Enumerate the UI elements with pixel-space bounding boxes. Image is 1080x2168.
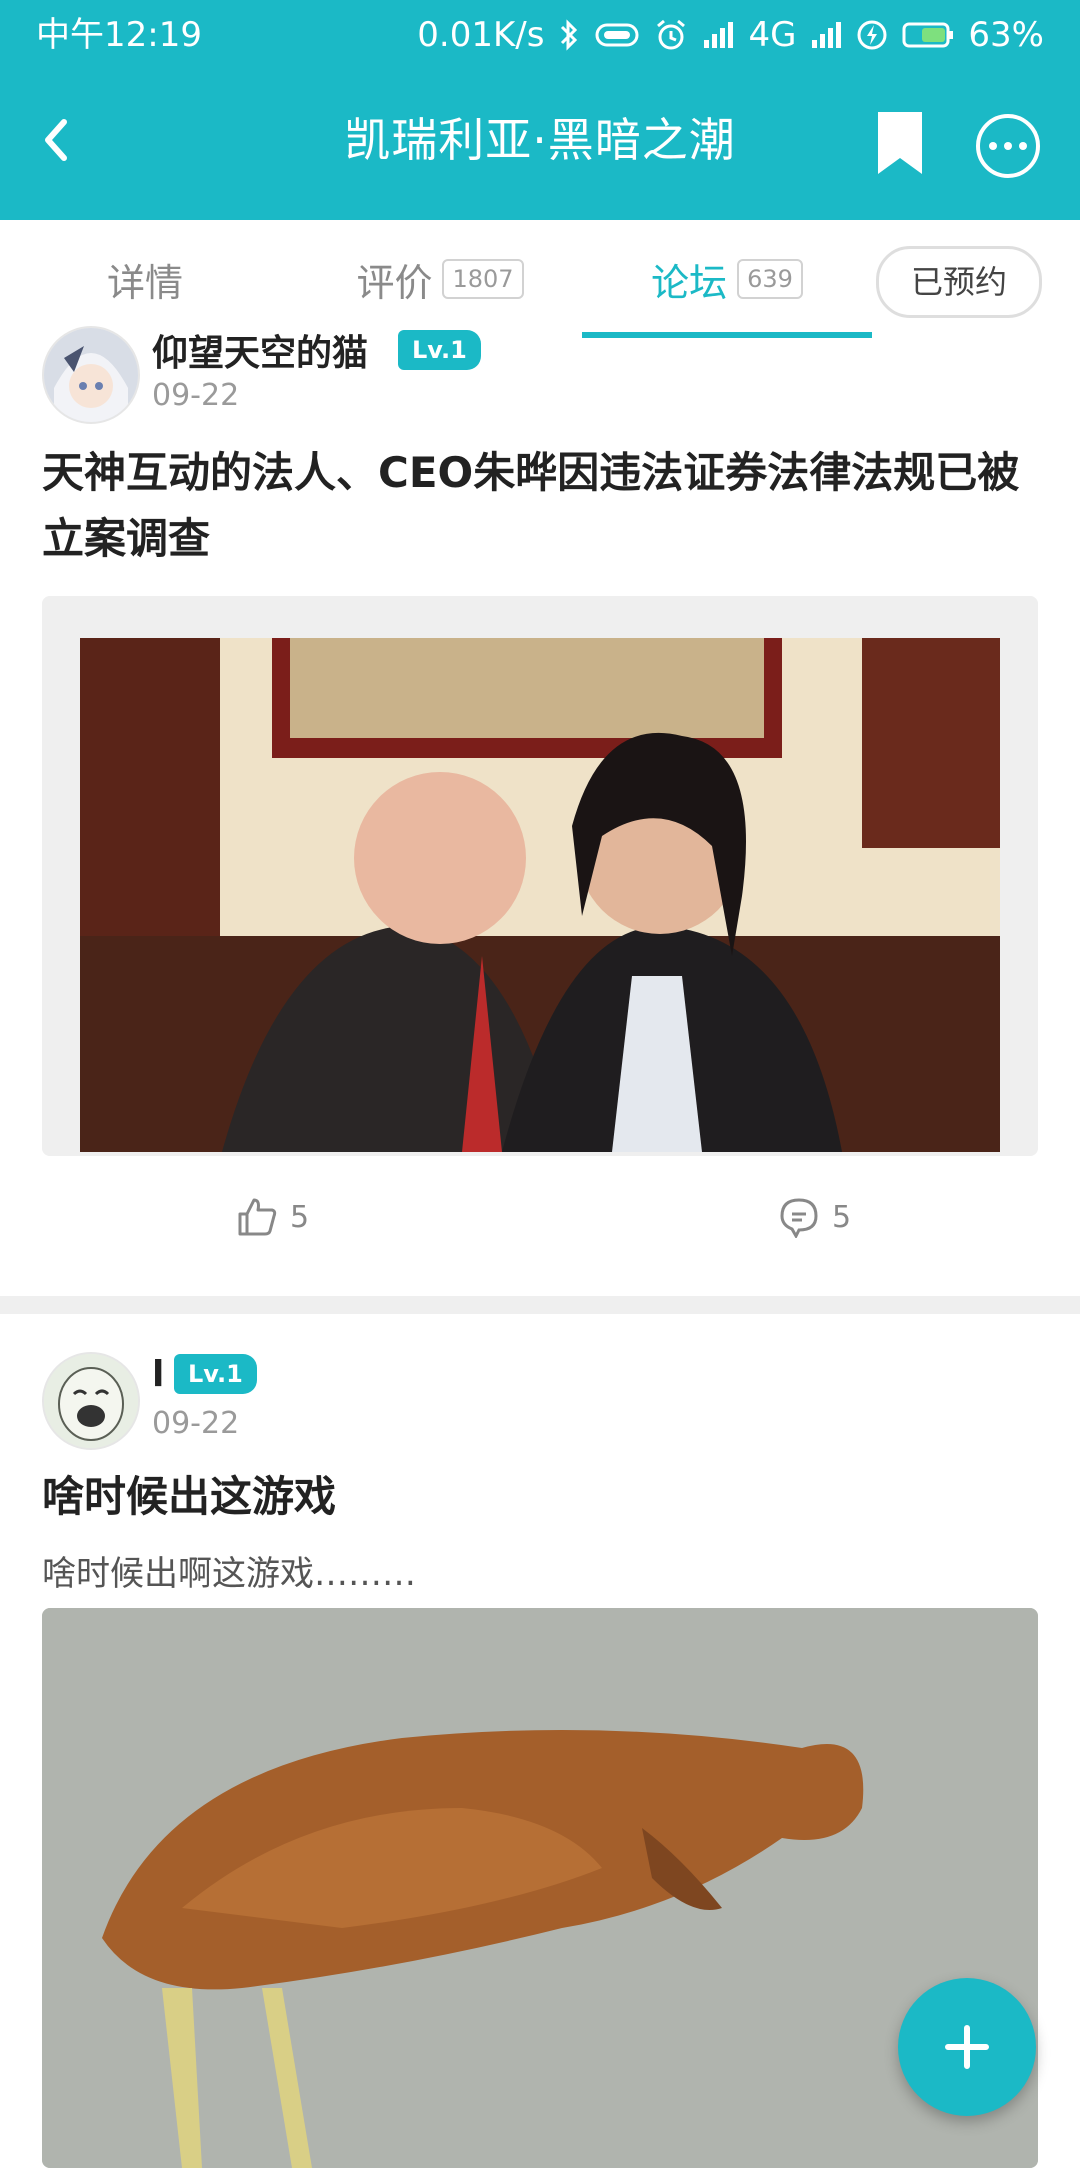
comment-icon (780, 1198, 818, 1238)
level-badge: Lv.1 (398, 330, 481, 370)
new-post-button[interactable] (898, 1978, 1036, 2116)
signal-icon-2 (810, 0, 842, 70)
thumbs-up-icon (238, 1198, 277, 1236)
tab-reviews[interactable]: 评价 1807 (310, 220, 570, 338)
tab-label: 详情 (106, 260, 183, 305)
battery-percent: 63% (968, 15, 1044, 55)
post-image[interactable] (42, 1608, 1038, 2168)
like-button[interactable]: 5 (236, 1196, 309, 1238)
charging-icon (856, 0, 888, 70)
comment-button[interactable]: 5 (778, 1196, 851, 1238)
network-speed: 0.01K/s (417, 15, 545, 55)
plus-icon (945, 2025, 989, 2069)
reserved-button[interactable]: 已预约 (876, 246, 1042, 318)
status-time: 中午12:19 (36, 15, 202, 55)
bluetooth-icon (558, 0, 580, 70)
post-date: 09-22 (152, 1406, 240, 1441)
status-bar: 中午12:19 0.01K/s 4G 63% (0, 0, 1080, 70)
post-date: 09-22 (152, 378, 240, 413)
bookmark-button[interactable] (868, 106, 932, 180)
tab-count: 639 (737, 259, 803, 299)
app-header: 中午12:19 0.01K/s 4G 63% 凯瑞利亚·黑暗之潮 (0, 0, 1080, 220)
bookmark-icon (878, 112, 922, 174)
network-type: 4G (748, 15, 797, 55)
more-button[interactable] (976, 114, 1040, 178)
tab-forum[interactable]: 论坛 639 (592, 220, 862, 338)
tab-count: 1807 (442, 259, 524, 299)
vibrate-icon (594, 0, 640, 70)
battery-icon (902, 0, 954, 70)
avatar[interactable] (42, 326, 140, 424)
level-badge: Lv.1 (174, 1354, 257, 1394)
signal-icon (702, 0, 734, 70)
toolbar: 凯瑞利亚·黑暗之潮 (0, 70, 1080, 220)
forum-post[interactable]: 仰望天空的猫 Lv.1 09-22 天神互动的法人、CEO朱晔因违法证券法律法规… (0, 326, 1080, 1296)
author-name[interactable]: l (152, 1354, 164, 1395)
tab-label: 评价 (356, 260, 433, 305)
alarm-icon (654, 0, 688, 70)
post-divider (0, 1296, 1080, 1314)
more-icon (989, 142, 1027, 150)
status-icons: 0.01K/s 4G 63% (417, 0, 1044, 70)
post-title[interactable]: 天神互动的法人、CEO朱晔因违法证券法律法规已被立案调查 (42, 440, 1042, 572)
comment-count: 5 (832, 1199, 852, 1235)
like-count: 5 (290, 1199, 310, 1235)
author-name[interactable]: 仰望天空的猫 (152, 324, 368, 376)
post-excerpt[interactable]: 啥时候出啊这游戏……… (42, 1546, 416, 1595)
post-title[interactable]: 啥时候出这游戏 (42, 1464, 1042, 1530)
tab-label: 论坛 (651, 260, 728, 305)
post-image[interactable] (42, 596, 1038, 1156)
avatar[interactable] (42, 1352, 140, 1450)
tab-details[interactable]: 详情 (40, 220, 250, 338)
